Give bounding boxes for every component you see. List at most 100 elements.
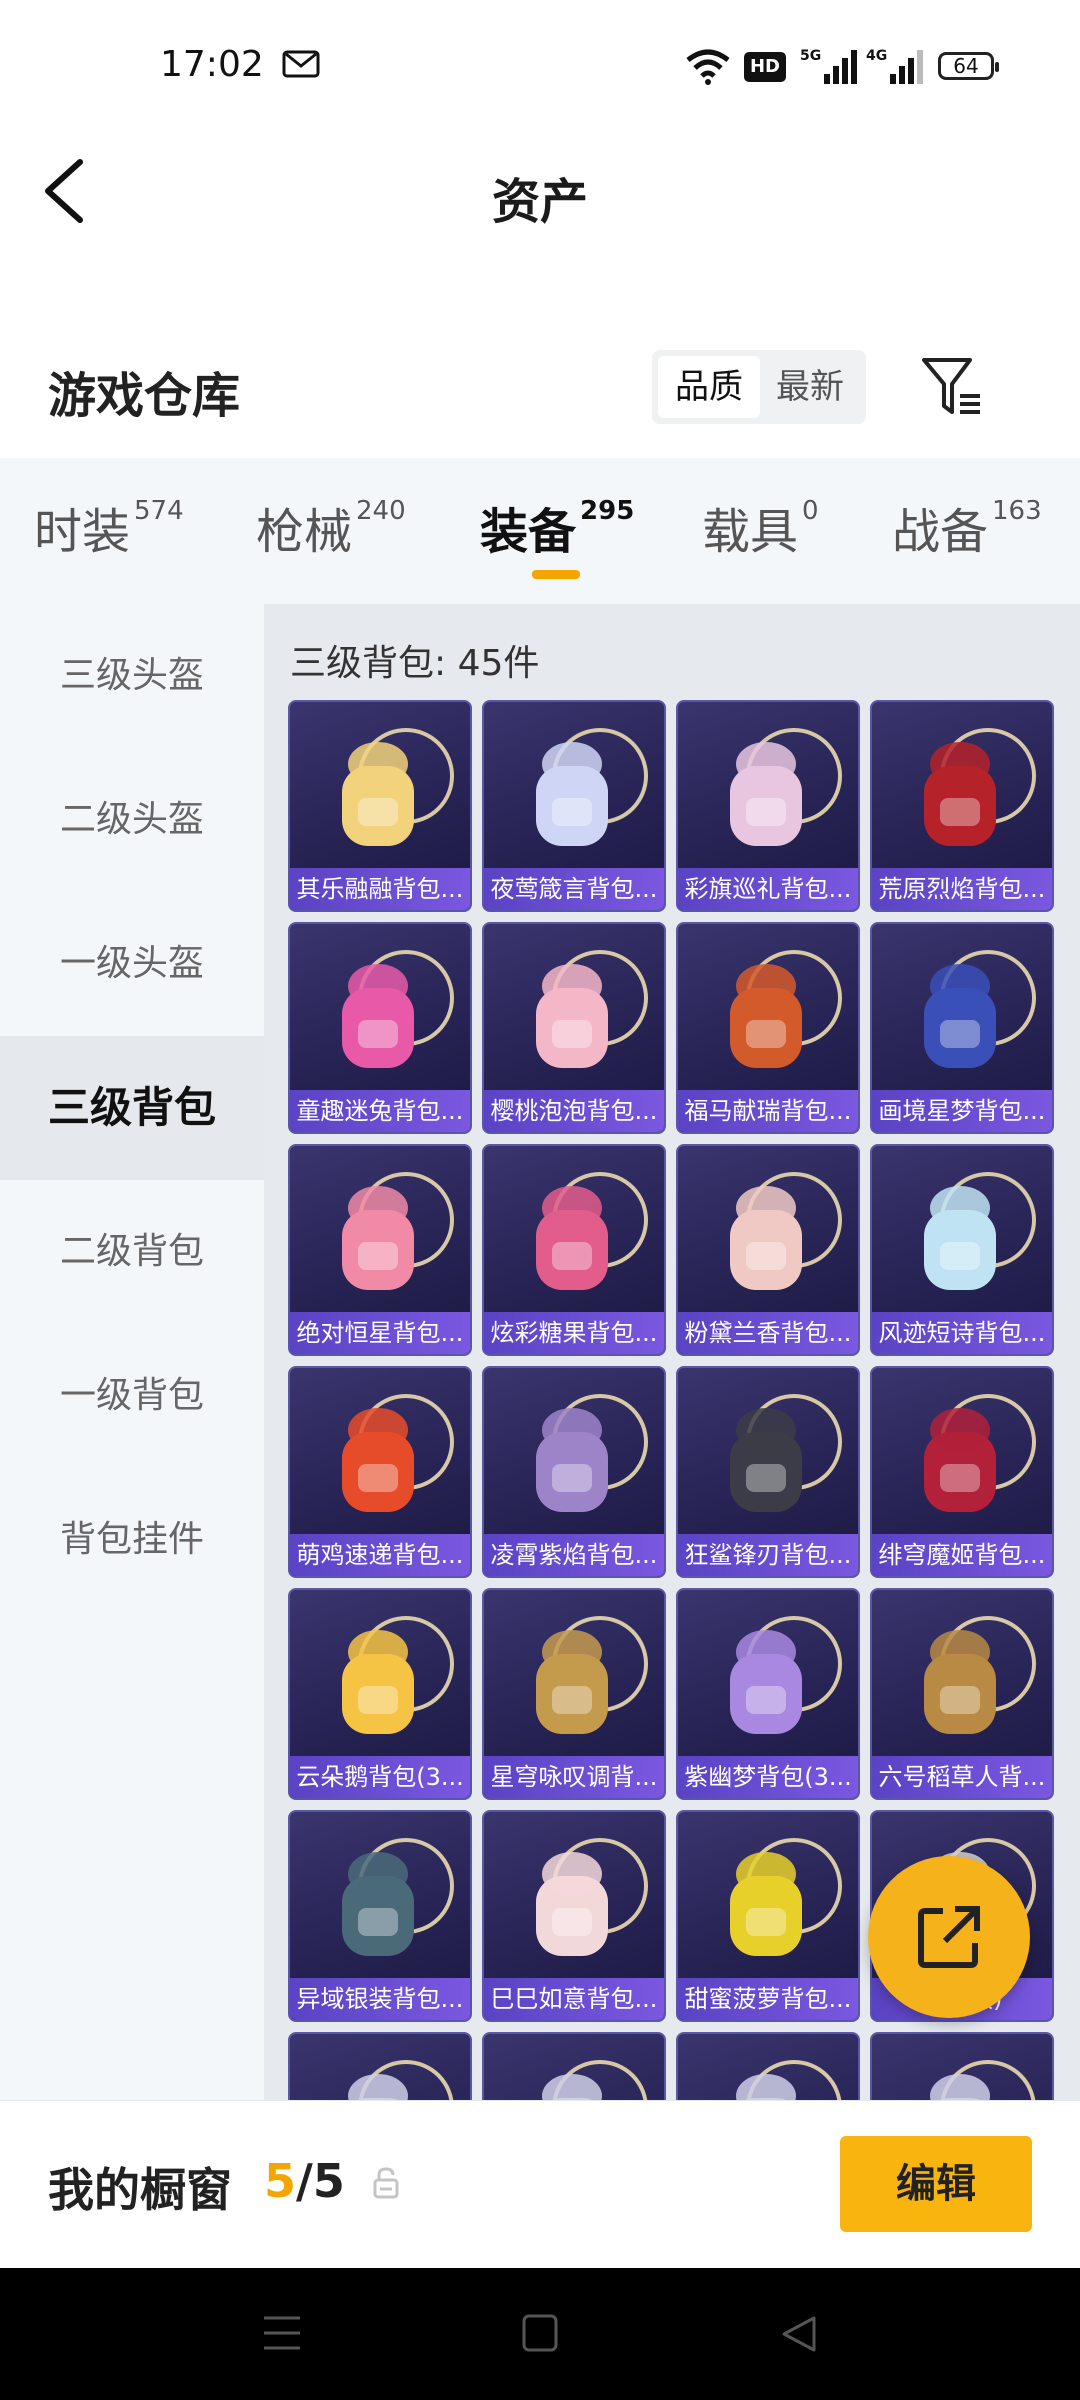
tab-label: 战备: [892, 504, 989, 560]
item-card[interactable]: [288, 2032, 472, 2100]
item-card[interactable]: 福马献瑞背包...: [676, 922, 860, 1134]
menu-icon[interactable]: [262, 2314, 302, 2352]
signal-5g-icon: 5G: [800, 48, 857, 84]
sort-toggle: 品质 最新: [652, 350, 866, 424]
item-card[interactable]: 其乐融融背包...: [288, 700, 472, 912]
item-card[interactable]: 画境星梦背包...: [870, 922, 1054, 1134]
share-button[interactable]: [868, 1856, 1030, 2018]
item-card[interactable]: 绯穹魔姬背包...: [870, 1366, 1054, 1578]
item-card[interactable]: 星穹咏叹调背...: [482, 1588, 666, 1800]
backpack-image: [730, 950, 842, 1068]
item-card[interactable]: 炫彩糖果背包...: [482, 1144, 666, 1356]
item-card[interactable]: 绝对恒星背包...: [288, 1144, 472, 1356]
tab-label: 装备: [480, 504, 577, 560]
item-card[interactable]: 彩旗巡礼背包...: [676, 700, 860, 912]
svg-text:4G: 4G: [866, 48, 887, 64]
sidebar-item-backpack-lv3[interactable]: 三级背包: [0, 1036, 264, 1180]
sort-by-quality[interactable]: 品质: [658, 356, 760, 418]
backpack-image: [536, 728, 648, 846]
tab-combat-gear[interactable]: 战备 163: [892, 492, 1042, 562]
item-name: 福马献瑞背包...: [678, 1090, 858, 1132]
item-name: 画境星梦背包...: [872, 1090, 1052, 1132]
showcase-current: 5: [264, 2154, 297, 2208]
tab-count: 0: [802, 496, 819, 526]
item-name: 甜蜜菠萝背包...: [678, 1978, 858, 2020]
battery-indicator: 64: [938, 52, 999, 80]
item-card[interactable]: 狂鲨锋刃背包...: [676, 1366, 860, 1578]
item-card[interactable]: 粉黛兰香背包...: [676, 1144, 860, 1356]
showcase-separator: /: [296, 2154, 313, 2208]
tab-count: 295: [580, 496, 635, 526]
mail-notification-icon: [282, 50, 320, 78]
item-name: 荒原烈焰背包...: [872, 868, 1052, 910]
sidebar-item-helmet-lv2[interactable]: 二级头盔: [0, 748, 264, 892]
backpack-image: [542, 2060, 648, 2100]
item-card[interactable]: [676, 2032, 860, 2100]
tab-count: 163: [992, 496, 1042, 526]
backpack-image: [736, 2060, 842, 2100]
edit-button[interactable]: 编辑: [840, 2136, 1032, 2232]
backpack-image: [924, 1616, 1036, 1734]
grid-header: 三级背包: 45件: [290, 643, 540, 684]
item-name: 云朵鹅背包(3...: [290, 1756, 470, 1798]
sidebar-item-backpack-charm[interactable]: 背包挂件: [0, 1468, 264, 1612]
item-card[interactable]: 夜莺箴言背包...: [482, 700, 666, 912]
item-card[interactable]: 荒原烈焰背包...: [870, 700, 1054, 912]
item-card[interactable]: 凌霄紫焰背包...: [482, 1366, 666, 1578]
tab-guns[interactable]: 枪械 240: [256, 492, 406, 562]
item-card[interactable]: 萌鸡速递背包...: [288, 1366, 472, 1578]
showcase-label: 我的橱窗: [48, 2163, 232, 2217]
item-card[interactable]: 甜蜜菠萝背包...: [676, 1810, 860, 2022]
backpack-image: [730, 1394, 842, 1512]
share-icon: [918, 1906, 980, 1968]
backpack-image: [348, 2060, 454, 2100]
backpack-image: [924, 1172, 1036, 1290]
item-card[interactable]: 异域银装背包...: [288, 1810, 472, 2022]
tab-label: 枪械: [256, 504, 353, 560]
item-name: 粉黛兰香背包...: [678, 1312, 858, 1354]
signal-4g-icon: 4G: [866, 48, 923, 84]
backpack-image: [924, 1394, 1036, 1512]
section-title: 游戏仓库: [48, 368, 241, 424]
sidebar-item-backpack-lv1[interactable]: 一级背包: [0, 1324, 264, 1468]
item-card[interactable]: 风迹短诗背包...: [870, 1144, 1054, 1356]
backpack-image: [536, 1838, 648, 1956]
sidebar-item-helmet-lv1[interactable]: 一级头盔: [0, 892, 264, 1036]
backpack-image: [342, 1616, 454, 1734]
showcase-max: 5: [312, 2154, 345, 2208]
sidebar-item-helmet-lv3[interactable]: 三级头盔: [0, 604, 264, 748]
item-name: 狂鲨锋刃背包...: [678, 1534, 858, 1576]
tab-vehicle[interactable]: 载具 0: [702, 492, 819, 562]
backpack-image: [342, 728, 454, 846]
item-card[interactable]: 紫幽梦背包(3...: [676, 1588, 860, 1800]
item-name: 夜莺箴言背包...: [484, 868, 664, 910]
item-name: 萌鸡速递背包...: [290, 1534, 470, 1576]
backpack-image: [342, 1172, 454, 1290]
item-card[interactable]: 云朵鹅背包(3...: [288, 1588, 472, 1800]
item-name: 巳巳如意背包...: [484, 1978, 664, 2020]
backpack-image: [342, 1838, 454, 1956]
item-card[interactable]: 六号稻草人背...: [870, 1588, 1054, 1800]
tab-equipment[interactable]: 装备 295: [480, 492, 634, 562]
backpack-image: [536, 1172, 648, 1290]
item-name: 绯穹魔姬背包...: [872, 1534, 1052, 1576]
item-name: 彩旗巡礼背包...: [678, 868, 858, 910]
item-name: 凌霄紫焰背包...: [484, 1534, 664, 1576]
sort-by-latest[interactable]: 最新: [760, 356, 860, 418]
item-card[interactable]: 樱桃泡泡背包...: [482, 922, 666, 1134]
item-card[interactable]: 童趣迷兔背包...: [288, 922, 472, 1134]
back-nav-icon[interactable]: [780, 2314, 818, 2354]
tab-fashion[interactable]: 时装 574: [34, 492, 184, 562]
backpack-image: [730, 1616, 842, 1734]
home-icon[interactable]: [522, 2314, 558, 2352]
item-card[interactable]: [482, 2032, 666, 2100]
active-tab-indicator: [532, 570, 580, 579]
backpack-image: [536, 1394, 648, 1512]
filter-icon[interactable]: [920, 354, 984, 420]
item-card[interactable]: [870, 2032, 1054, 2100]
item-card[interactable]: 巳巳如意背包...: [482, 1810, 666, 2022]
system-nav-bar: [0, 2268, 1080, 2400]
backpack-image: [730, 728, 842, 846]
backpack-image: [536, 950, 648, 1068]
sidebar-item-backpack-lv2[interactable]: 二级背包: [0, 1180, 264, 1324]
